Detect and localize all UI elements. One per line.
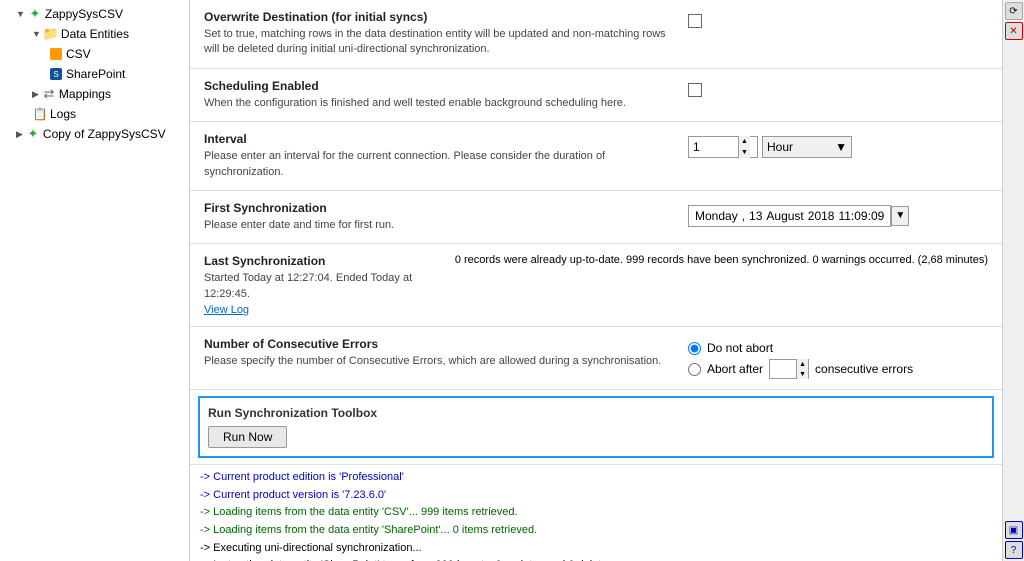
first-sync-section: First Synchronization Please enter date … bbox=[190, 191, 1002, 244]
do-not-abort-row: Do not abort bbox=[688, 341, 773, 355]
sidebar-item-label: CSV bbox=[66, 47, 91, 61]
log-line-6: -> Instructing data entity 'SharePoint' … bbox=[200, 557, 992, 561]
interval-up-arrow[interactable]: ▲ bbox=[739, 136, 750, 147]
first-sync-day: Monday bbox=[695, 209, 738, 223]
last-sync-title: Last Synchronization bbox=[204, 254, 443, 268]
abort-after-row: Abort after ▲ ▼ consecutive errors bbox=[688, 359, 913, 379]
interval-section: Interval Please enter an interval for th… bbox=[190, 122, 1002, 191]
abort-after-radio[interactable] bbox=[688, 363, 701, 376]
first-sync-title: First Synchronization bbox=[204, 201, 676, 215]
log-line-5: -> Executing uni-directional synchroniza… bbox=[200, 540, 992, 558]
do-not-abort-label: Do not abort bbox=[707, 341, 773, 355]
sidebar-item-logs[interactable]: 📋 Logs bbox=[0, 104, 189, 124]
log-icon: 📋 bbox=[32, 106, 48, 122]
log-output: -> Current product edition is 'Professio… bbox=[190, 464, 1002, 561]
calendar-button[interactable]: ▼ bbox=[891, 206, 909, 226]
abort-up-arrow[interactable]: ▲ bbox=[797, 359, 808, 369]
interval-desc: Please enter an interval for the current… bbox=[204, 149, 676, 180]
run-now-button[interactable]: Run Now bbox=[208, 426, 287, 448]
interval-down-arrow[interactable]: ▼ bbox=[739, 147, 750, 158]
chevron-right-icon: ▶ bbox=[16, 129, 23, 140]
interval-title: Interval bbox=[204, 132, 676, 146]
first-sync-date-display: Monday , 13 August 2018 11:09:09 bbox=[688, 205, 891, 227]
scheduling-checkbox[interactable] bbox=[688, 83, 702, 97]
log-line-4: -> Loading items from the data entity 'S… bbox=[200, 522, 992, 540]
consecutive-errors-title: Number of Consecutive Errors bbox=[204, 337, 676, 351]
sidebar-item-zappysyscsv[interactable]: ▼ ✦ ZappySysCSV bbox=[0, 4, 189, 24]
abort-after-label: Abort after bbox=[707, 362, 763, 376]
scheduling-desc: When the configuration is finished and w… bbox=[204, 96, 676, 111]
sidebar-item-label: SharePoint bbox=[66, 67, 125, 81]
abort-down-arrow[interactable]: ▼ bbox=[797, 369, 808, 379]
sidebar-item-label: Data Entities bbox=[61, 27, 129, 41]
overwrite-section: Overwrite Destination (for initial syncs… bbox=[190, 0, 1002, 69]
scheduling-title: Scheduling Enabled bbox=[204, 79, 676, 93]
overwrite-desc: Set to true, matching rows in the data d… bbox=[204, 27, 676, 58]
view-log-link[interactable]: View Log bbox=[204, 304, 249, 316]
right-toolbar: ⟳ ✕ ▣ ? bbox=[1002, 0, 1024, 561]
last-sync-desc1: Started Today at 12:27:04. Ended Today a… bbox=[204, 271, 443, 302]
do-not-abort-radio[interactable] bbox=[688, 342, 701, 355]
last-sync-section: Last Synchronization Started Today at 12… bbox=[190, 244, 1002, 327]
sidebar: ▼ ✦ ZappySysCSV ▼ 📁 Data Entities CSV S … bbox=[0, 0, 190, 561]
view-button[interactable]: ▣ bbox=[1005, 521, 1023, 539]
sidebar-item-copy-zappysyscsv[interactable]: ▶ ✦ Copy of ZappySysCSV bbox=[0, 124, 189, 144]
abort-after-spinner[interactable]: ▲ ▼ bbox=[769, 359, 809, 379]
refresh-button[interactable]: ⟳ bbox=[1005, 2, 1023, 20]
first-sync-time: 11:09:09 bbox=[838, 209, 884, 223]
scheduling-section: Scheduling Enabled When the configuratio… bbox=[190, 69, 1002, 122]
interval-unit-select[interactable]: Hour ▼ bbox=[762, 136, 852, 158]
consecutive-errors-section: Number of Consecutive Errors Please spec… bbox=[190, 327, 1002, 390]
overwrite-checkbox[interactable] bbox=[688, 14, 702, 28]
star-icon: ✦ bbox=[27, 6, 43, 22]
sidebar-item-sharepoint[interactable]: S SharePoint bbox=[0, 64, 189, 84]
first-sync-month: August bbox=[766, 209, 803, 223]
sidebar-item-mappings[interactable]: ▶ ⇄ Mappings bbox=[0, 84, 189, 104]
calendar-icon: ▼ bbox=[895, 210, 905, 221]
first-sync-desc: Please enter date and time for first run… bbox=[204, 218, 676, 233]
chevron-down-icon: ▼ bbox=[835, 140, 847, 154]
close-button[interactable]: ✕ bbox=[1005, 22, 1023, 40]
sidebar-item-label: ZappySysCSV bbox=[45, 7, 123, 21]
first-sync-year: 2018 bbox=[808, 209, 835, 223]
sidebar-item-label: Copy of ZappySysCSV bbox=[43, 127, 166, 141]
folder-icon: 📁 bbox=[43, 26, 59, 42]
log-line-3: -> Loading items from the data entity 'C… bbox=[200, 504, 992, 522]
toolbox-title: Run Synchronization Toolbox bbox=[208, 406, 984, 420]
interval-spinner[interactable]: ▲ ▼ bbox=[688, 136, 758, 158]
mappings-icon: ⇄ bbox=[41, 86, 57, 102]
interval-input[interactable] bbox=[693, 140, 738, 154]
log-line-1: -> Current product edition is 'Professio… bbox=[200, 469, 992, 487]
sharepoint-icon: S bbox=[48, 66, 64, 82]
first-sync-date: 13 bbox=[749, 209, 762, 223]
sidebar-item-csv[interactable]: CSV bbox=[0, 44, 189, 64]
sidebar-item-label: Logs bbox=[50, 107, 76, 121]
overwrite-title: Overwrite Destination (for initial syncs… bbox=[204, 10, 676, 24]
abort-after-input[interactable] bbox=[770, 362, 796, 376]
chevron-down-icon: ▼ bbox=[32, 29, 41, 39]
toolbox-section: Run Synchronization Toolbox Run Now bbox=[198, 396, 994, 458]
consecutive-errors-label: consecutive errors bbox=[815, 362, 913, 376]
consecutive-errors-desc: Please specify the number of Consecutive… bbox=[204, 354, 676, 369]
main-content: Overwrite Destination (for initial syncs… bbox=[190, 0, 1002, 561]
log-line-2: -> Current product version is '7.23.6.0' bbox=[200, 487, 992, 505]
sidebar-item-data-entities[interactable]: ▼ 📁 Data Entities bbox=[0, 24, 189, 44]
star-icon: ✦ bbox=[25, 126, 41, 142]
sidebar-item-label: Mappings bbox=[59, 87, 111, 101]
last-sync-status: 0 records were already up-to-date. 999 r… bbox=[455, 254, 988, 266]
help-button[interactable]: ? bbox=[1005, 541, 1023, 559]
chevron-down-icon: ▼ bbox=[16, 9, 25, 19]
interval-unit-label: Hour bbox=[767, 140, 793, 154]
csv-icon bbox=[48, 46, 64, 62]
chevron-right-icon: ▶ bbox=[32, 89, 39, 100]
